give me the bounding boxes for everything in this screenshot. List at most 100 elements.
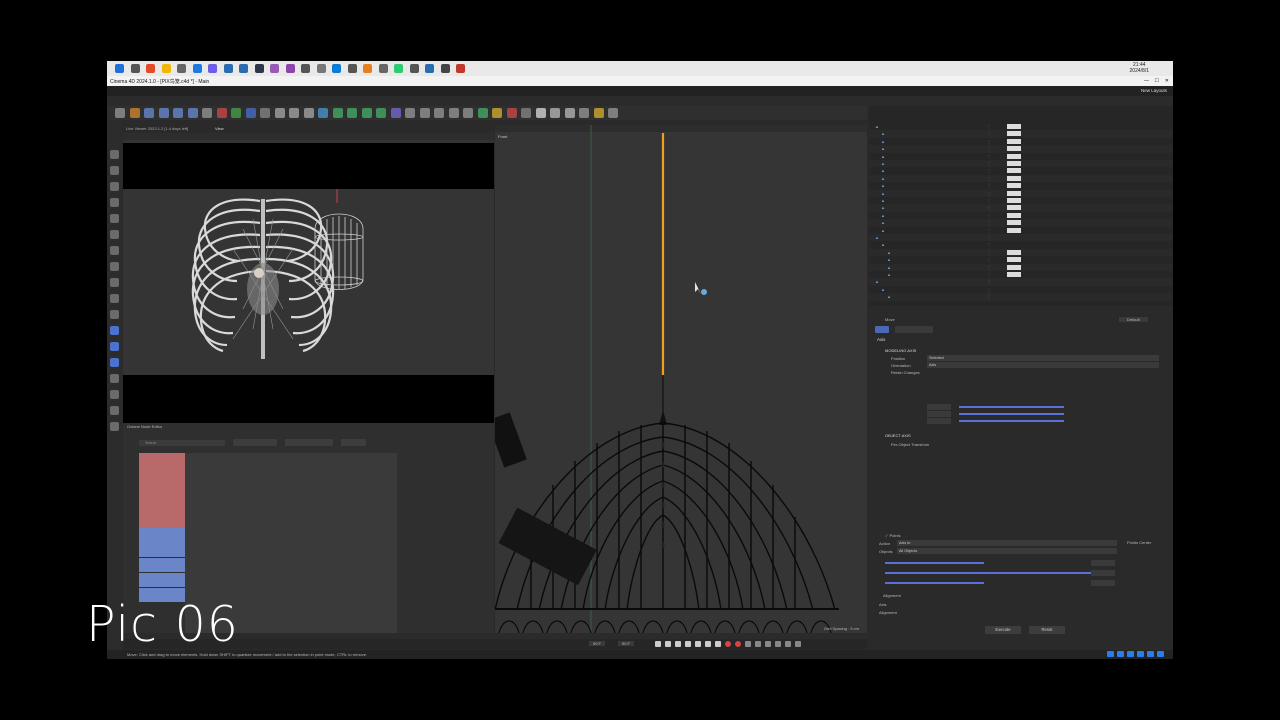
- orientation-dropdown[interactable]: Axis: [927, 362, 1159, 368]
- mode-tool-icon[interactable]: [110, 246, 119, 255]
- system-tray-icon[interactable]: [1157, 651, 1164, 657]
- wechat-icon[interactable]: [394, 64, 403, 73]
- position-dropdown[interactable]: Selected: [927, 355, 1159, 361]
- node-palette-item[interactable]: [139, 475, 185, 483]
- visibility-dots-icon[interactable]: ⋮: [987, 138, 991, 145]
- start-icon[interactable]: [115, 64, 124, 73]
- object-row[interactable]: ▲ ⋮: [869, 145, 1173, 153]
- object-row[interactable]: ▲ ⋮: [869, 293, 1173, 301]
- mode-tool-icon[interactable]: [110, 342, 119, 351]
- transport-button[interactable]: [735, 641, 741, 647]
- tool-icon[interactable]: [579, 108, 589, 118]
- object-row[interactable]: ▲ ⋮: [869, 167, 1173, 175]
- visibility-dots-icon[interactable]: ⋮: [987, 293, 991, 300]
- transport-button[interactable]: [675, 641, 681, 647]
- object-row[interactable]: ▲ ⋮: [869, 152, 1173, 160]
- tool-icon[interactable]: [535, 108, 546, 118]
- node-palette-item[interactable]: [139, 505, 185, 513]
- object-row[interactable]: ▲ ⋮: [869, 256, 1173, 264]
- system-tray-icon[interactable]: [1117, 651, 1124, 657]
- visibility-dots-icon[interactable]: ⋮: [987, 160, 991, 167]
- tool-icon[interactable]: [231, 108, 241, 118]
- axis-center-slider[interactable]: [885, 572, 1091, 574]
- tool-icon[interactable]: [405, 108, 415, 118]
- tag-icons[interactable]: [1007, 190, 1021, 196]
- retain-changes-label[interactable]: Retain Changes: [891, 370, 920, 375]
- mode-tool-icon[interactable]: [110, 406, 119, 415]
- visibility-dots-icon[interactable]: ⋮: [987, 271, 991, 278]
- tag-icons[interactable]: [1007, 161, 1021, 166]
- mode-tool-icon[interactable]: [110, 358, 119, 367]
- axis-value-field[interactable]: [927, 404, 951, 410]
- live-viewer-tab[interactable]: View: [215, 126, 224, 131]
- app-icon[interactable]: [456, 64, 465, 73]
- app-icon[interactable]: [378, 64, 388, 73]
- axis-center-slider[interactable]: [885, 582, 984, 584]
- visibility-dots-icon[interactable]: ⋮: [987, 249, 991, 256]
- system-tray-icon[interactable]: [1147, 651, 1154, 657]
- app-icon[interactable]: [208, 64, 217, 73]
- tool-icon[interactable]: [463, 108, 473, 118]
- node-editor-button[interactable]: [233, 439, 277, 446]
- reset-button[interactable]: Reset: [1029, 626, 1065, 634]
- node-palette-item[interactable]: [139, 542, 185, 550]
- tool-icon[interactable]: [318, 108, 328, 118]
- tag-icons[interactable]: [1007, 183, 1021, 189]
- tag-icons[interactable]: [1007, 212, 1021, 218]
- tool-icon[interactable]: [361, 108, 372, 118]
- visibility-dots-icon[interactable]: ⋮: [987, 190, 991, 197]
- node-editor-button[interactable]: [341, 439, 367, 446]
- object-row[interactable]: ▲ ⋮: [869, 234, 1173, 242]
- visibility-dots-icon[interactable]: ⋮: [987, 234, 991, 241]
- app-icon[interactable]: [440, 64, 450, 73]
- tool-icon[interactable]: [390, 108, 401, 118]
- visibility-dots-icon[interactable]: ⋮: [987, 204, 991, 211]
- mode-tool-icon[interactable]: [110, 198, 119, 207]
- mode-tool-icon[interactable]: [110, 374, 119, 383]
- visibility-dots-icon[interactable]: ⋮: [987, 219, 991, 226]
- visibility-dots-icon[interactable]: ⋮: [987, 241, 991, 248]
- transport-button[interactable]: [795, 641, 801, 647]
- node-palette-item[interactable]: [139, 572, 185, 580]
- object-row[interactable]: ▲ ⋮: [869, 248, 1173, 257]
- live-viewer-panel[interactable]: Live Viewer 2023.1.2 [1.4 days left] Vie…: [123, 125, 494, 423]
- ae-icon[interactable]: [270, 64, 279, 73]
- tag-icons[interactable]: [1007, 153, 1021, 159]
- object-row[interactable]: ▲ ⋮: [869, 189, 1173, 197]
- search-icon[interactable]: [130, 64, 140, 73]
- object-row[interactable]: ▲ ⋮: [869, 219, 1173, 227]
- system-tray-icon[interactable]: [1137, 651, 1144, 657]
- tool-icon[interactable]: [202, 108, 212, 118]
- attr-tab[interactable]: [875, 326, 889, 333]
- attr-tab[interactable]: [895, 326, 933, 333]
- axis-value-field[interactable]: [927, 418, 951, 424]
- visibility-dots-icon[interactable]: ⋮: [987, 197, 991, 204]
- transport-button[interactable]: [745, 641, 751, 647]
- tool-icon[interactable]: [506, 108, 517, 118]
- node-palette-item[interactable]: [139, 460, 185, 468]
- tag-icons[interactable]: [1007, 272, 1021, 277]
- tag-icons[interactable]: [1007, 198, 1021, 203]
- visibility-dots-icon[interactable]: ⋮: [987, 182, 991, 189]
- node-search-input[interactable]: Search: [139, 440, 225, 446]
- object-row[interactable]: ▲ ⋮: [869, 271, 1173, 279]
- transport-button[interactable]: [695, 641, 701, 647]
- app-icon[interactable]: [363, 64, 372, 73]
- tag-icons[interactable]: [1007, 124, 1021, 129]
- tag-icons[interactable]: [1007, 175, 1021, 181]
- object-row[interactable]: ▲ ⋮: [869, 204, 1173, 212]
- tool-icon[interactable]: [347, 108, 357, 118]
- tool-icon[interactable]: [129, 108, 140, 118]
- tag-icons[interactable]: [1007, 264, 1021, 270]
- transport-button[interactable]: [755, 641, 761, 647]
- axis-value-field[interactable]: [927, 411, 951, 417]
- tool-icon[interactable]: [303, 108, 314, 118]
- tool-icon[interactable]: [158, 108, 169, 118]
- axis-slider[interactable]: [959, 420, 1064, 422]
- node-palette-item[interactable]: [139, 535, 185, 543]
- node-palette-item[interactable]: [139, 557, 185, 565]
- node-palette-item[interactable]: [139, 520, 185, 528]
- folder-icon[interactable]: [161, 64, 171, 73]
- transport-button[interactable]: [775, 641, 781, 647]
- object-row[interactable]: ▲ ⋮: [869, 182, 1173, 190]
